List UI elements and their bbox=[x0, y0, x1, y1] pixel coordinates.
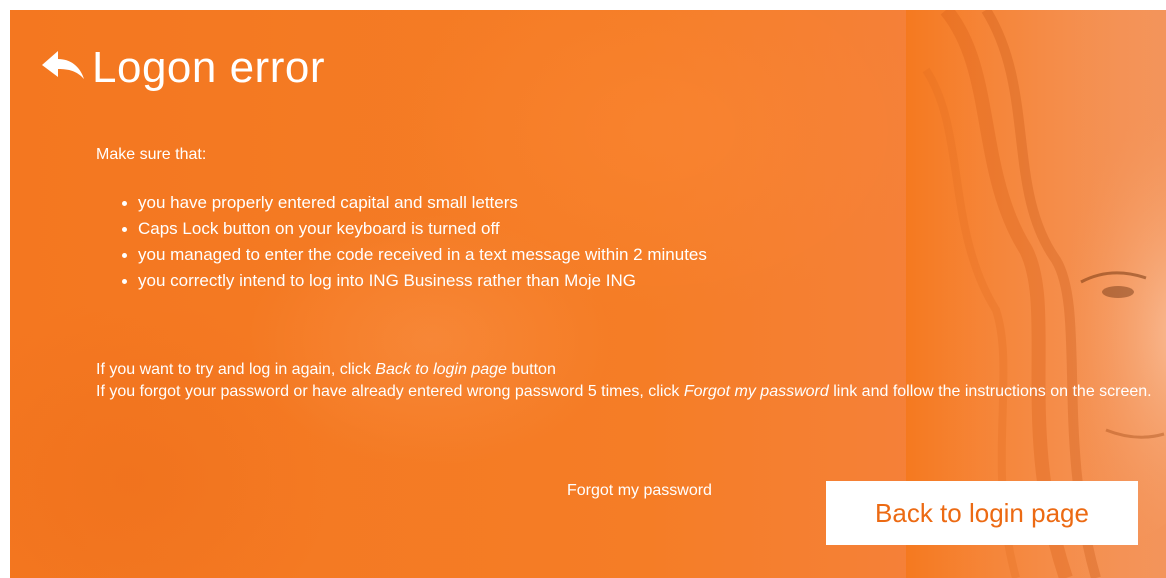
retry-instruction: If you want to try and log in again, cli… bbox=[96, 359, 1156, 381]
list-item: you managed to enter the code received i… bbox=[122, 242, 707, 268]
retry-text: If you want to try and log in again, cli… bbox=[96, 361, 376, 378]
error-reasons-list: you have properly entered capital and sm… bbox=[122, 190, 707, 294]
page-title: Logon error bbox=[92, 43, 325, 92]
retry-emphasis: Back to login page bbox=[375, 361, 507, 378]
back-to-login-button[interactable]: Back to login page bbox=[826, 481, 1138, 545]
retry-text-end: button bbox=[506, 361, 556, 378]
back-arrow-icon[interactable] bbox=[40, 48, 86, 88]
header: Logon error bbox=[40, 46, 325, 90]
logon-error-page: Logon error Make sure that: you have pro… bbox=[10, 10, 1166, 578]
forgot-text: If you forgot your password or have alre… bbox=[96, 383, 684, 400]
forgot-password-link[interactable]: Forgot my password bbox=[567, 482, 712, 500]
forgot-emphasis: Forgot my password bbox=[683, 383, 829, 400]
forgot-text-end: link and follow the instructions on the … bbox=[828, 383, 1152, 400]
list-item: you have properly entered capital and sm… bbox=[122, 190, 707, 216]
intro-text: Make sure that: bbox=[96, 146, 207, 163]
list-item: Caps Lock button on your keyboard is tur… bbox=[122, 216, 707, 242]
list-item: you correctly intend to log into ING Bus… bbox=[122, 268, 707, 294]
forgot-instruction: If you forgot your password or have alre… bbox=[96, 381, 1156, 403]
content-area: Logon error Make sure that: you have pro… bbox=[10, 10, 1166, 578]
instructions: If you want to try and log in again, cli… bbox=[96, 359, 1156, 403]
